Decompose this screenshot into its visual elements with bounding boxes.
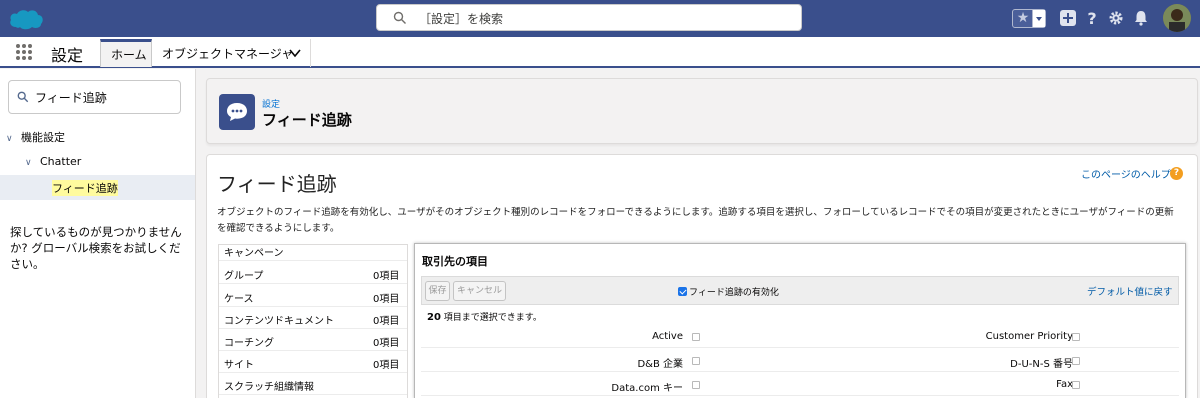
help-icon[interactable]: ? (1083, 9, 1101, 27)
field-label: D&B 企業 (637, 359, 683, 370)
object-name: コーチング (224, 338, 274, 349)
object-name: グループ (224, 271, 264, 282)
object-name: コンテンツドキュメント (224, 316, 334, 327)
tab-object-manager-label: オブジェクトマネージャ (162, 47, 294, 61)
cancel-button[interactable]: キャンセル (453, 281, 506, 301)
quick-find-search[interactable]: フィード追跡 (8, 80, 181, 114)
search-icon (393, 11, 406, 24)
setup-sidebar: フィード追跡 ∨ 機能設定 ∨ Chatter フィード追跡 探しているものが見つか… (0, 69, 196, 398)
field-row: Data.com キー Fax (421, 373, 1179, 396)
field-label: Fax (1056, 379, 1073, 390)
object-name: サイト (224, 360, 254, 371)
selection-limit-count: 20 (427, 312, 441, 323)
app-name: 設定 (51, 46, 84, 65)
chat-bubble-icon (219, 94, 255, 130)
help-question-icon[interactable]: ? (1170, 167, 1183, 180)
tree-item-label: 機能設定 (21, 131, 65, 144)
avatar-image-icon (1163, 4, 1191, 32)
salesforce-logo-icon[interactable] (8, 7, 44, 31)
list-item[interactable]: コンテンツドキュメント 0項目 (219, 307, 407, 329)
chevron-down-icon[interactable]: ∨ (6, 134, 15, 144)
object-list: キャンペーン グループ 0項目 ケース 0項目 コンテンツドキュメント 0項目 … (218, 244, 408, 398)
description-text: オブジェクトのフィード追跡を有効化し、ユーザがそのオブジェクト種別のレコードをフ… (217, 207, 1174, 234)
tree-item-label: Chatter (40, 155, 82, 168)
content-title: フィード追跡 (217, 172, 337, 196)
field-label: Data.com キー (611, 383, 683, 394)
sidebar-help-text: 探しているものが見つかりませんか? グローバル検索をお試しください。 (10, 225, 182, 271)
tree-item-chatter[interactable]: ∨ Chatter (25, 155, 81, 168)
fields-panel-title: 取引先の項目 (422, 255, 488, 268)
user-avatar[interactable] (1163, 4, 1191, 32)
page-header: 設定 フィード追跡 (206, 78, 1198, 144)
list-item[interactable]: ケース 0項目 (219, 285, 407, 307)
field-checkbox[interactable] (692, 357, 700, 365)
tab-object-manager[interactable]: オブジェクトマネージャ (152, 39, 311, 67)
search-input[interactable]: ［設定］を検索 (419, 10, 503, 27)
chevron-down-icon[interactable] (289, 48, 301, 58)
field-label: Active (652, 331, 683, 342)
field-checkbox[interactable] (1072, 333, 1080, 341)
search-icon (17, 91, 29, 103)
field-label: D-U-N-S 番号 (1010, 359, 1073, 370)
object-field-count: 0項目 (373, 316, 400, 327)
svg-text:?: ? (1087, 9, 1096, 27)
object-field-count: 0項目 (373, 271, 400, 282)
app-launcher-icon[interactable] (15, 43, 33, 61)
object-field-count: 0項目 (373, 294, 400, 305)
favorites-dropdown-icon[interactable] (1032, 10, 1045, 27)
global-search[interactable]: ［設定］を検索 (376, 4, 802, 31)
object-name: ケース (224, 294, 254, 305)
restore-defaults-link[interactable]: デフォルト値に戻す (1087, 284, 1173, 298)
object-name: キャンペーン (224, 248, 284, 259)
star-icon: ★ (1016, 10, 1030, 26)
help-for-this-page-link[interactable]: このページのヘルプ (1081, 166, 1171, 181)
tree-item-feed-tracking[interactable]: フィード追跡 (0, 175, 195, 200)
main-content: フィード追跡 このページのヘルプ ? オブジェクトのフィード追跡を有効化し、ユー… (206, 154, 1198, 398)
list-item[interactable]: キャンペーン (219, 245, 407, 261)
enable-feed-tracking[interactable]: フィード追跡の有効化 (678, 285, 779, 298)
selection-limit-label: 項目まで選択できます。 (443, 313, 542, 323)
enable-feed-tracking-label: フィード追跡の有効化 (689, 288, 779, 298)
object-field-count: 0項目 (373, 338, 400, 349)
field-row: Active Customer Priority (421, 325, 1179, 348)
quick-find-input[interactable]: フィード追跡 (35, 89, 107, 106)
save-button[interactable]: 保存 (425, 281, 450, 301)
selection-limit-text: 20 項目まで選択できます。 (427, 310, 542, 323)
global-header: ［設定］を検索 ★ ? (0, 0, 1200, 37)
list-item[interactable]: グループ 0項目 (219, 262, 407, 284)
field-row: D&B 企業 D-U-N-S 番号 (421, 349, 1179, 372)
chevron-down-icon[interactable]: ∨ (25, 158, 34, 168)
notifications-bell-icon[interactable] (1132, 9, 1150, 27)
enable-feed-tracking-checkbox[interactable] (678, 287, 687, 296)
tab-home-label: ホーム (111, 48, 147, 62)
field-checkbox[interactable] (1072, 357, 1080, 365)
field-checkbox[interactable] (692, 381, 700, 389)
field-checkbox[interactable] (692, 333, 700, 341)
list-item[interactable]: コーチング 0項目 (219, 329, 407, 351)
tab-home[interactable]: ホーム (100, 39, 152, 67)
page-title: フィード追跡 (262, 111, 352, 129)
list-item[interactable]: スクラッチ組織情報 (219, 373, 407, 395)
fields-toolbar: 保存 キャンセル フィード追跡の有効化 デフォルト値に戻す (421, 276, 1179, 305)
setup-gear-icon[interactable] (1107, 9, 1125, 27)
global-actions-plus-icon[interactable] (1059, 9, 1077, 27)
app-navigation-bar: 設定 ホーム オブジェクトマネージャ (0, 37, 1200, 68)
object-name: スクラッチ組織情報 (224, 382, 314, 393)
field-checkbox[interactable] (1072, 381, 1080, 389)
fields-panel: 取引先の項目 保存 キャンセル フィード追跡の有効化 デフォルト値に戻す 20 … (414, 243, 1186, 398)
field-label: Customer Priority (985, 331, 1073, 342)
list-item[interactable]: サイト 0項目 (219, 351, 407, 373)
object-field-count: 0項目 (373, 360, 400, 371)
tree-item-label: フィード追跡 (52, 180, 118, 196)
favorites-button[interactable]: ★ (1012, 9, 1046, 28)
tree-item-feature-settings[interactable]: ∨ 機能設定 (6, 129, 65, 145)
